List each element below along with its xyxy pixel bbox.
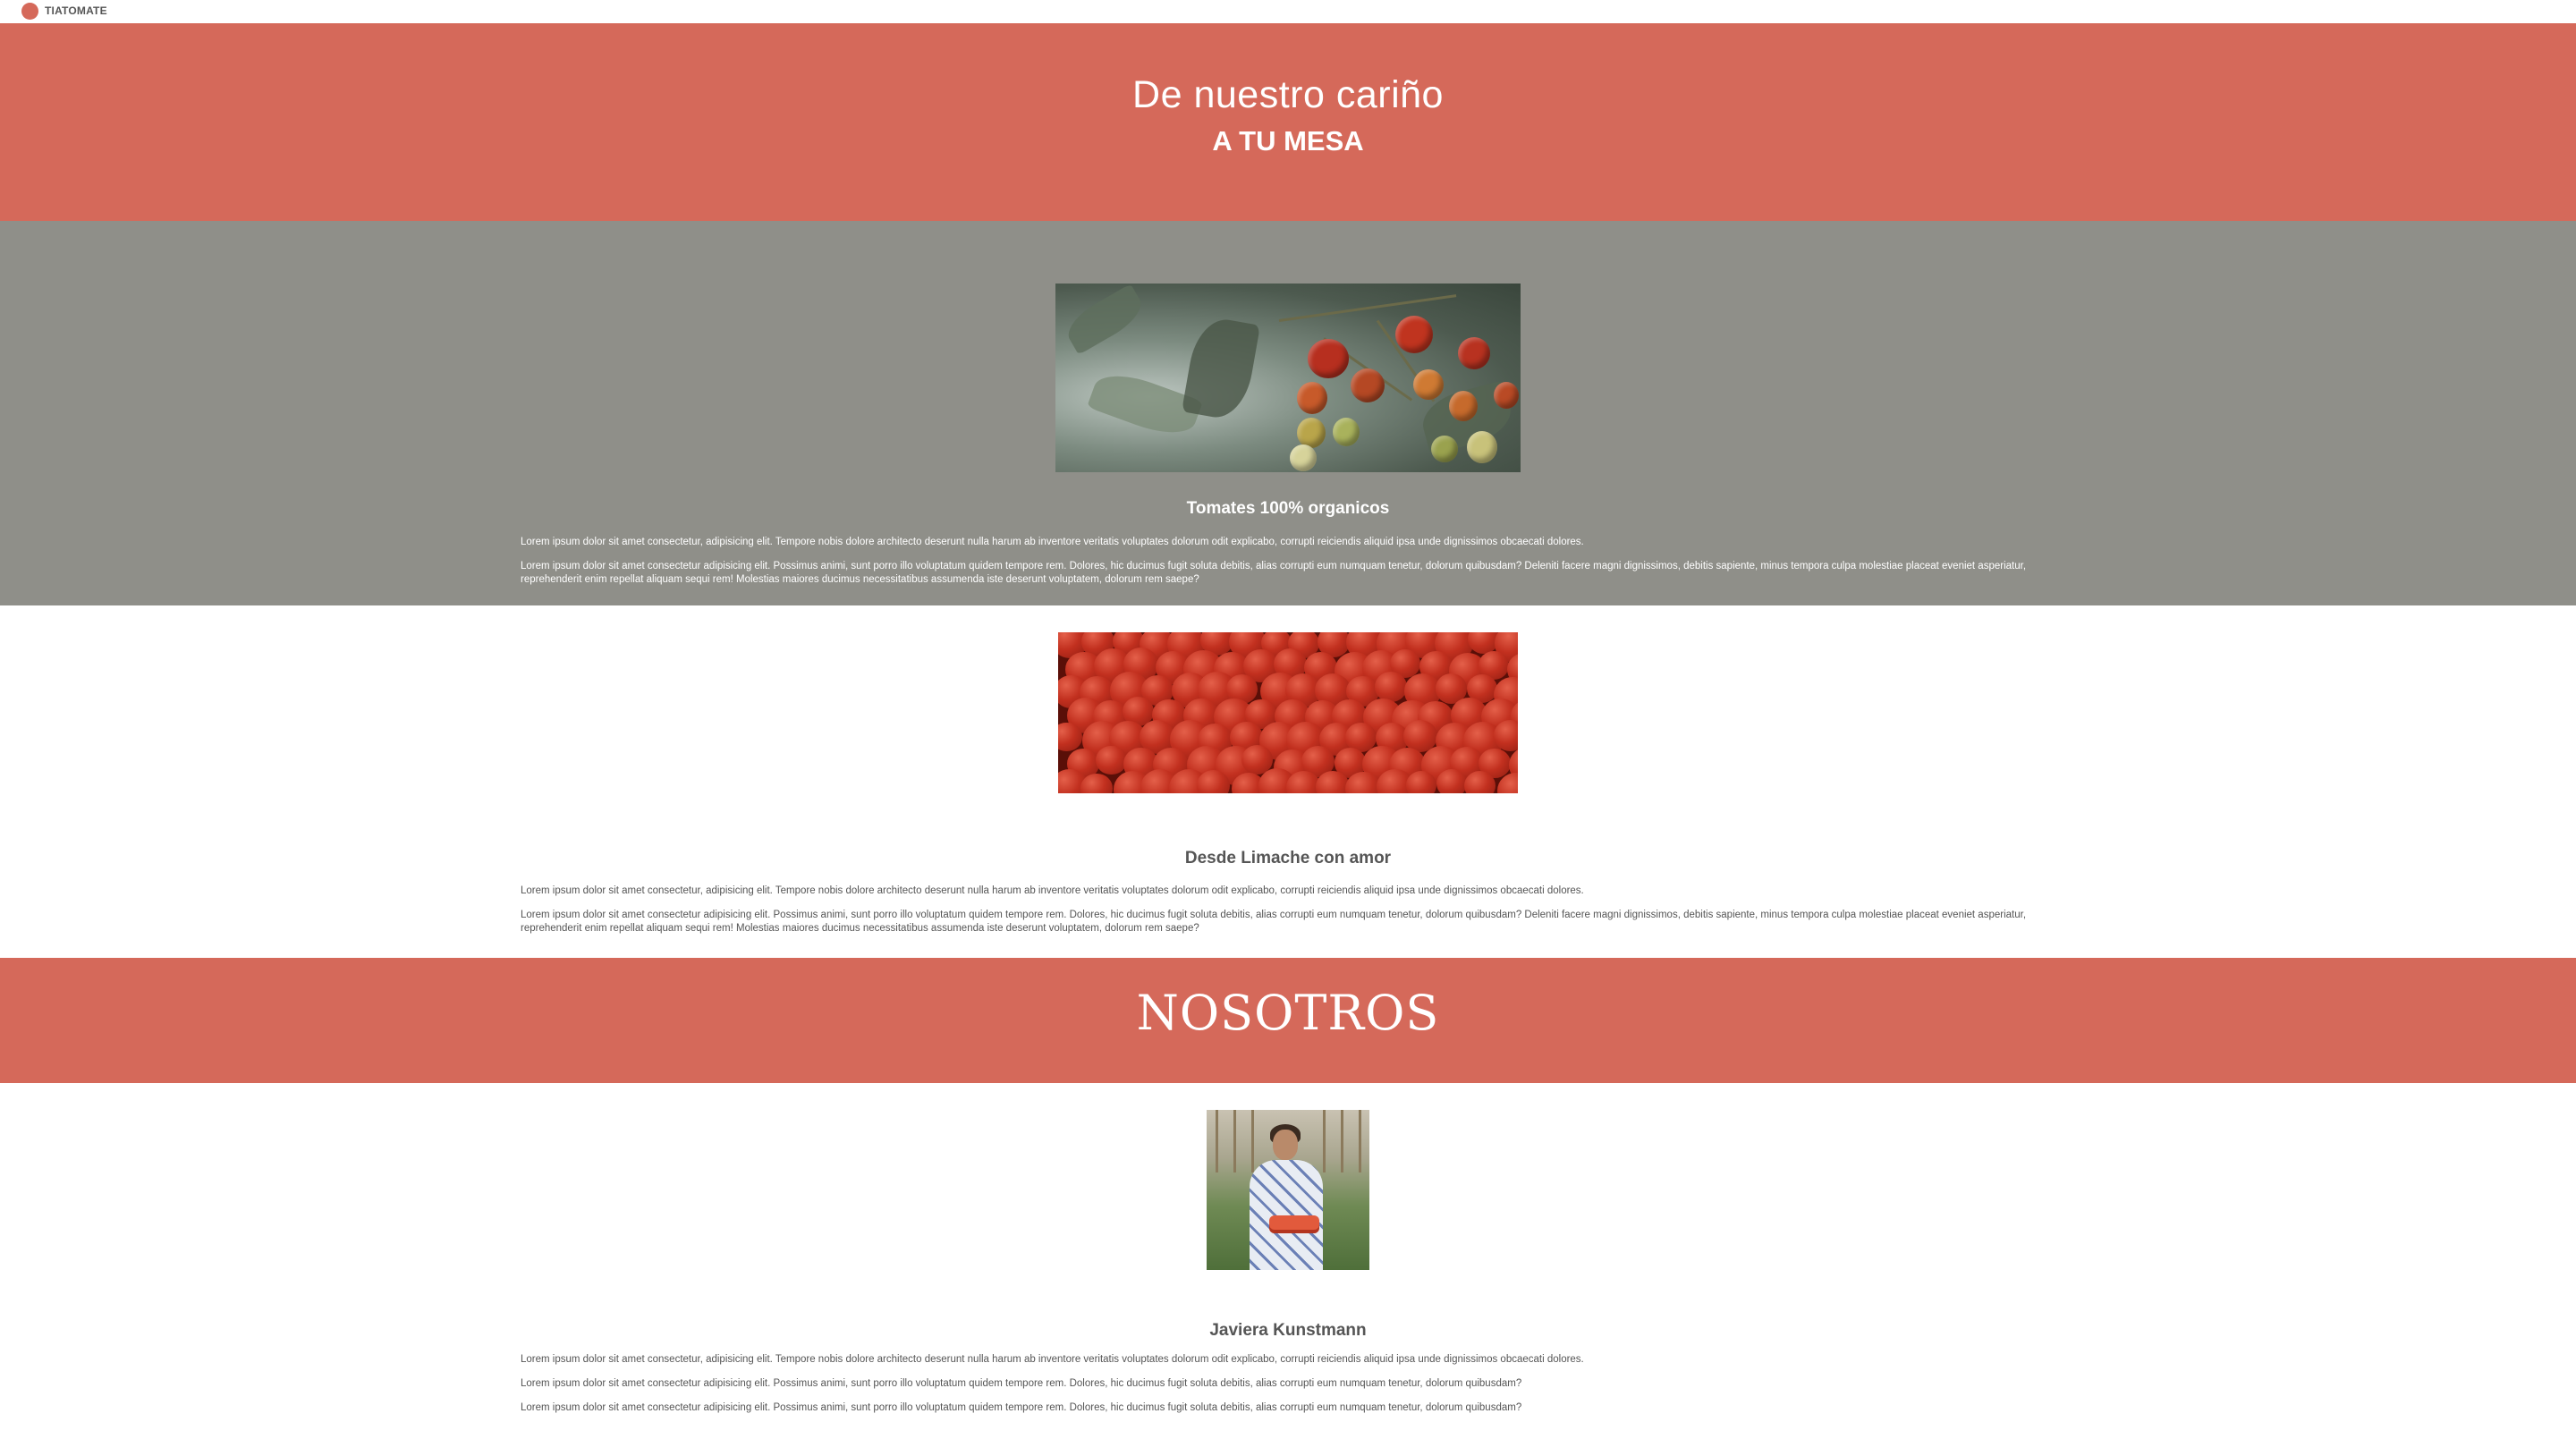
feature-limache-section: Desde Limache con amor Lorem ipsum dolor… (0, 605, 2576, 958)
about-section: Javiera Kunstmann Lorem ipsum dolor sit … (0, 1083, 2576, 1456)
hero-title: De nuestro cariño (1132, 73, 1444, 116)
about-paragraph: Lorem ipsum dolor sit amet consectetur a… (521, 1402, 1522, 1413)
feature-title: Desde Limache con amor (1184, 849, 1392, 868)
brand-name[interactable]: TIATOMATE (45, 4, 107, 17)
feature-paragraph: Lorem ipsum dolor sit amet consectetur, … (521, 885, 1584, 896)
person-name: Javiera Kunstmann (1209, 1321, 1367, 1340)
feature-paragraph: Lorem ipsum dolor sit amet consectetur, … (521, 537, 1584, 547)
feature-paragraph: Lorem ipsum dolor sit amet consectetur a… (521, 561, 2027, 585)
nosotros-banner: NOSOTROS (0, 958, 2576, 1083)
hero-section: De nuestro cariño A TU MESA (0, 23, 2576, 221)
profile-photo (1207, 1110, 1369, 1270)
feature-paragraph: Lorem ipsum dolor sit amet consectetur a… (521, 910, 2027, 934)
feature-organic-section: Tomates 100% organicos Lorem ipsum dolor… (0, 221, 2576, 605)
hero-subtitle: A TU MESA (1212, 125, 1364, 157)
feature-title: Tomates 100% organicos (1186, 499, 1390, 518)
tomato-pile-image (1058, 632, 1518, 793)
tomato-vine-image (1055, 284, 1521, 472)
about-paragraph: Lorem ipsum dolor sit amet consectetur a… (521, 1378, 1522, 1389)
navbar: TIATOMATE (0, 0, 2576, 23)
section-heading: NOSOTROS (1136, 985, 1440, 1041)
logo-icon[interactable] (21, 3, 38, 20)
about-paragraph: Lorem ipsum dolor sit amet consectetur, … (521, 1354, 1584, 1365)
